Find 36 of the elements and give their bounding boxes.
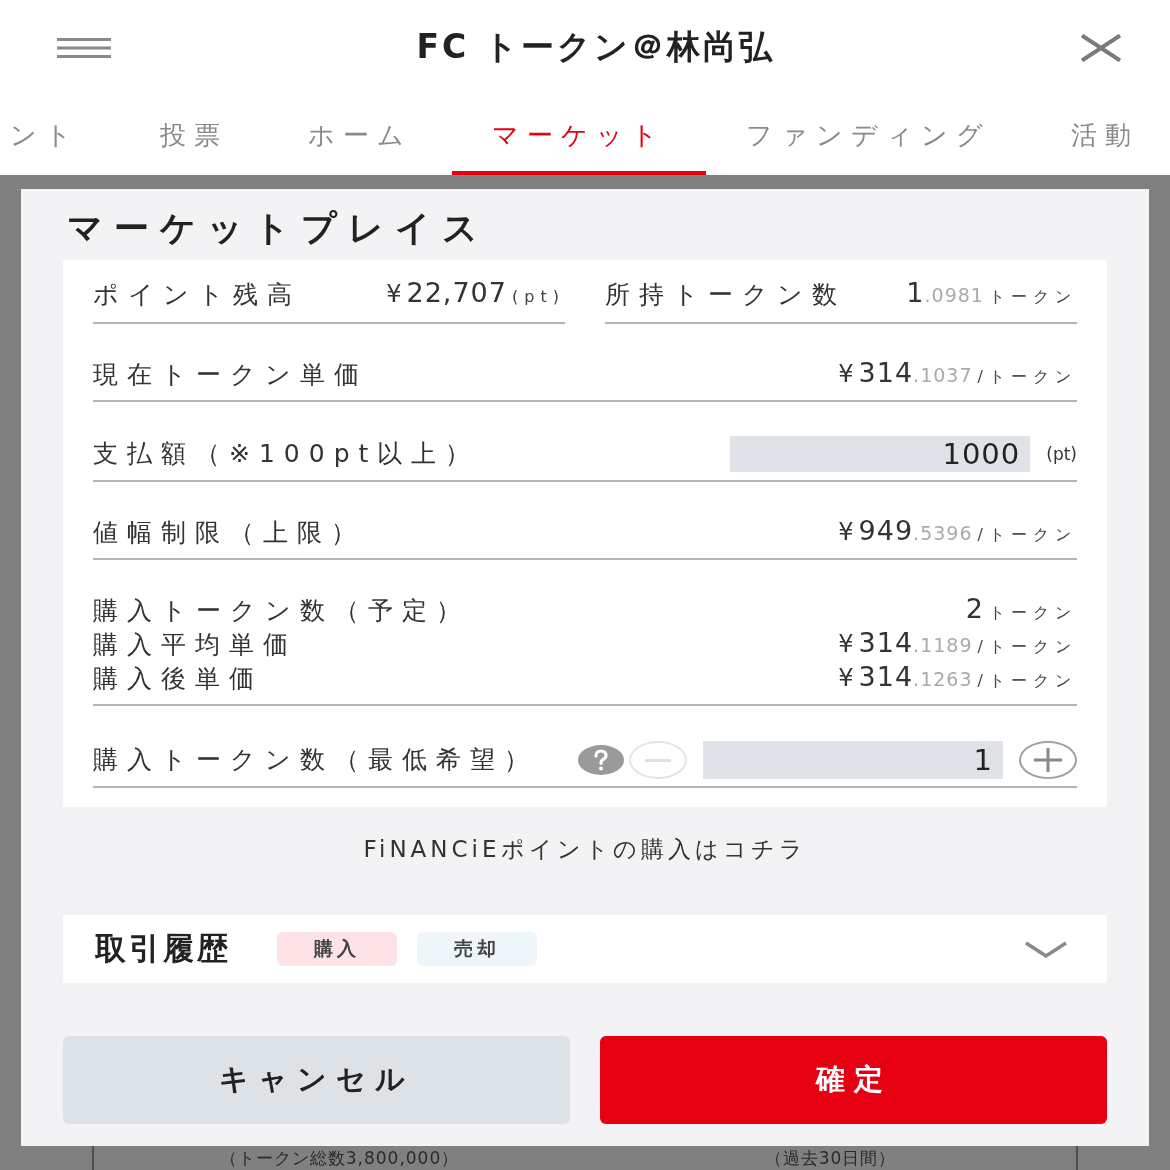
value-text: ¥ 314.1189 /トークン	[838, 626, 1077, 660]
field-label: 購入平均単価	[93, 629, 297, 661]
field-label: 購入トークン数（予定）	[93, 595, 470, 627]
field-label: 購入トークン数（最低希望）	[93, 744, 538, 776]
unit-text: (pt)	[1046, 444, 1077, 464]
help-icon[interactable]	[578, 745, 624, 775]
amount-input[interactable]: 1000	[730, 436, 1031, 472]
page-title: FC トークン＠林尚弘	[415, 26, 776, 68]
field-label: 現在トークン単価	[93, 359, 368, 391]
caption-text: （過去30日間）	[764, 1147, 897, 1169]
plus-icon	[1034, 748, 1062, 772]
menu-icon[interactable]	[57, 37, 111, 58]
cancel-button[interactable]: キャンセル	[63, 1036, 570, 1124]
value-text: 1.0981 トークン	[906, 276, 1077, 310]
plus-button[interactable]	[1019, 741, 1077, 779]
value-text: 2 トークン	[965, 592, 1077, 626]
field-label: 値幅制限（上限）	[93, 517, 365, 549]
confirm-button[interactable]: 確定	[600, 1036, 1107, 1124]
history-title: 取引履歴	[95, 929, 231, 968]
caption-text: （トークン総数3,800,000）	[219, 1147, 460, 1169]
chevron-icon[interactable]	[1024, 940, 1068, 958]
field-label: ポイント残高	[93, 279, 301, 311]
value-text: ¥ 949.5396 /トークン	[838, 514, 1077, 548]
value-text: ¥ 22,707 (pt)	[386, 276, 565, 310]
quantity-input[interactable]: 1	[703, 741, 1003, 779]
history-panel[interactable]: 取引履歴 購入 売却	[63, 915, 1107, 983]
field-label: 所持トークン数	[605, 279, 846, 311]
close-icon[interactable]	[1080, 33, 1122, 62]
field-label: 購入後単価	[93, 663, 263, 695]
value-text: ¥ 314.1037 /トークン	[838, 356, 1077, 390]
purchase-points-link[interactable]: FiNANCiEポイントの購入はコチラ	[363, 832, 807, 866]
filter-tag[interactable]: 売却	[417, 932, 537, 966]
dialog-title: マーケットプレイス	[66, 207, 490, 250]
filter-tag[interactable]: 購入	[277, 932, 397, 966]
field-label: 支払額（※100pt以上）	[93, 438, 480, 470]
value-text: ¥ 314.1263 /トークン	[838, 660, 1077, 694]
